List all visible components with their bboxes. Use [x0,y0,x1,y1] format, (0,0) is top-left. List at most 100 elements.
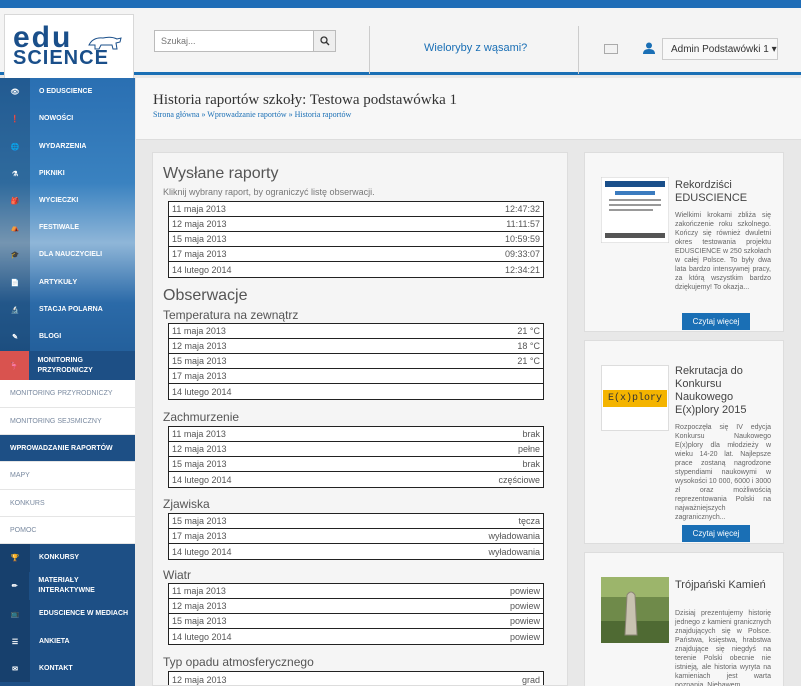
read-more-button[interactable]: Czytaj więcej [682,525,750,542]
observation-value: powiew [509,601,540,611]
observation-date: 17 maja 2013 [172,531,227,541]
news-card: E(x)plory Rekrutacja do Konkursu Naukowe… [584,340,784,544]
sidebar-item-artykuly[interactable]: 📄 ARTYKUŁY [0,269,135,296]
sidebar-item-nowosci[interactable]: ❗ NOWOŚCI [0,105,135,133]
observation-date: 12 maja 2013 [172,601,227,611]
report-row[interactable]: 14 lutego 2014 12:34:21 [169,262,543,277]
eduscience-logo[interactable]: edu SCIENCE [4,14,134,80]
report-time: 10:59:59 [504,234,540,244]
observation-date: 11 maja 2013 [172,326,226,336]
report-row[interactable]: 15 maja 2013 10:59:59 [169,232,543,247]
sidebar-item-blogi[interactable]: ✎ BLOGI [0,323,135,351]
header-divider [578,26,579,74]
report-row[interactable]: 17 maja 2013 09:33:07 [169,247,543,262]
page-title: Historia raportów szkoły: Testowa podsta… [153,92,458,108]
card-title[interactable]: Rekrutacja do Konkursu Naukowego E(x)plo… [675,365,775,417]
observation-value: wyładowania [488,531,540,541]
sidebar-item-label: ARTYKUŁY [39,278,78,286]
observation-value: grad [521,674,540,685]
observation-date: 12 maja 2013 [172,341,227,351]
sidebar-item-konkursy[interactable]: 🏆 KONKURSY [0,544,135,572]
globe-icon: 🌐 [0,133,30,160]
observation-value: powiew [509,616,540,626]
observation-value: tęcza [518,516,540,526]
sidebar-subitem-wprowadzanie-raportow[interactable]: WPROWADZANIE RAPORTÓW [0,435,135,462]
observation-row: 14 lutego 2014 [169,384,543,399]
sidebar-subitem-monitoring-sejsmiczny[interactable]: MONITORING SEJSMICZNY [0,408,135,435]
sidebar-item-pikniki[interactable]: ⚗ PIKNIKI [0,160,135,187]
reports-table: 11 maja 2013 12:47:32 12 maja 2013 11:11:5… [168,201,544,278]
eye-icon: 👁 [0,78,30,105]
report-row[interactable]: 11 maja 2013 12:47:32 [169,202,543,217]
sidebar-item-o-eduscience[interactable]: 👁 O EDUSCIENCE [0,78,135,105]
sidebar-subitem-monitoring-przyrodniczy[interactable]: MONITORING PRZYRODNICZY [0,380,135,408]
sidebar: 👁 O EDUSCIENCE ❗ NOWOŚCI 🌐 WYDARZENIA ⚗ PIKN… [0,78,135,686]
observation-row: 17 maja 2013 wyładowania [169,529,543,544]
alert-icon: ❗ [0,105,30,133]
explory-logo[interactable]: E(x)plory [601,365,669,431]
sidebar-item-eduscience-w-mediach[interactable]: 📺 EDUSCIENCE W MEDIACH [0,600,135,628]
sidebar-subitem-mapy[interactable]: MAPY [0,462,135,490]
sidebar-item-label: STACJA POLARNA [39,305,103,313]
observation-date: 11 maja 2013 [172,586,226,596]
sidebar-item-label: FESTIWALE [39,223,80,231]
sidebar-item-festiwale[interactable]: ⛺ FESTIWALE [0,214,135,241]
whales-link[interactable]: Wieloryby z wąsami? [424,42,527,54]
report-row[interactable]: 12 maja 2013 11:11:57 [169,217,543,232]
sidebar-subitem-pomoc[interactable]: POMOC [0,517,135,544]
observation-value: 18 °C [517,341,540,351]
search-box [154,30,336,52]
group-title: Zachmurzenie [163,410,240,424]
sidebar-item-monitoring-przyrodniczy[interactable]: 🦩 MONITORING PRZYRODNICZY [0,351,135,380]
group-title: Typ opadu atmosferycznego [163,655,314,669]
sidebar-item-label: DLA NAUCZYCIELI [39,251,103,258]
sidebar-item-label: PIKNIKI [39,169,65,177]
observation-value: pełne [517,444,540,454]
news-card: Rekordziści EDUSCIENCE Wielkimi krokami … [584,152,784,332]
sidebar-item-kontakt[interactable]: ✉ KONTAKT [0,655,135,682]
breadcrumb[interactable]: Strona główna » Wprowadzanie raportów » … [153,110,351,119]
search-button[interactable] [313,31,335,51]
user-menu-button[interactable]: Admin Podstawówki 1 ▾ [662,38,778,60]
sidebar-item-label: WYCIECZKI [39,196,79,204]
envelope-icon: ✉ [0,655,30,682]
flask-icon: ⚗ [0,160,30,187]
graduation-icon: 🎓 [0,241,30,269]
tv-icon: 📺 [0,600,30,628]
sidebar-item-wydarzenia[interactable]: 🌐 WYDARZENIA [0,133,135,160]
tent-icon: ⛺ [0,214,30,241]
observation-value: częściowe [498,474,540,485]
group-title: Zjawiska [163,497,210,511]
card-title[interactable]: Rekordziści EDUSCIENCE [675,179,775,205]
reports-panel: Wysłane raporty Kliknij wybrany raport, … [152,152,568,686]
bird-icon: 🦩 [0,351,29,380]
observation-row: 12 maja 2013 grad [169,672,543,685]
card-text: Wielkimi krokami zbliża się zakończenie … [675,212,771,291]
observation-date: 14 lutego 2014 [172,631,232,642]
observation-date: 11 maja 2013 [172,429,226,439]
observation-row: 12 maja 2013 powiew [169,599,543,614]
main-area: Historia raportów szkoły: Testowa podsta… [136,78,801,686]
sidebar-item-label: EDUSCIENCE W MEDIACH [39,610,129,617]
observation-date: 15 maja 2013 [172,356,227,366]
observation-row: 14 lutego 2014 powiew [169,629,543,644]
card-text: Dzisiaj prezentujemy historię jednego z … [675,610,771,686]
card-text: Rozpoczęła się IV edycja Konkursu Naukow… [675,424,771,521]
mail-icon[interactable] [604,44,618,54]
read-more-button[interactable]: Czytaj więcej [682,313,750,330]
sidebar-item-label: BLOGI [39,333,62,340]
sidebar-item-dla-nauczycieli[interactable]: 🎓 DLA NAUCZYCIELI [0,241,135,269]
group-title: Temperatura na zewnątrz [163,308,299,322]
sidebar-subitem-konkurs[interactable]: KONKURS [0,490,135,517]
sidebar-item-materialy-interaktywne[interactable]: ✏ MATERIAŁY INTERAKTYWNE [0,572,135,600]
sidebar-item-stacja-polarna[interactable]: 🔬 STACJA POLARNA [0,296,135,323]
observation-value: powiew [509,631,540,642]
pencil-icon: ✏ [0,572,30,600]
observation-table: 15 maja 2013 tęcza 17 maja 2013 wyładowani… [168,513,544,560]
sidebar-item-wycieczki[interactable]: 🎒 WYCIECZKI [0,187,135,214]
observation-date: 15 maja 2013 [172,616,227,626]
sidebar-item-ankieta[interactable]: ☰ ANKIETA [0,628,135,655]
card-title[interactable]: Trójpański Kamień [675,579,775,592]
search-input[interactable] [155,31,313,51]
top-strip [0,0,801,8]
